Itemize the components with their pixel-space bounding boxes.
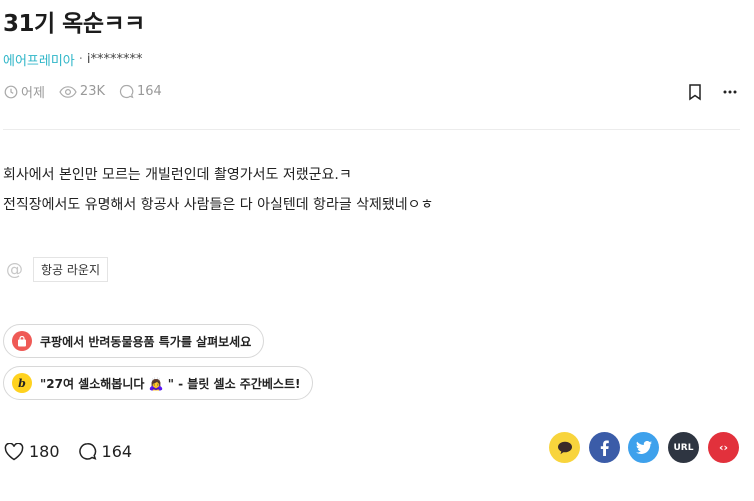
comment-icon [119,84,134,99]
clock-icon [4,85,18,98]
share-kakao-button[interactable] [549,432,580,463]
company-link[interactable]: 에어프레미아 [3,50,75,69]
shopping-bag-icon [12,331,32,351]
comments-stat: 164 [119,84,162,99]
blind-logo-icon: b [12,373,32,393]
views-stat: 23K [59,84,105,99]
promo-text: 쿠팡에서 반려동물용품 특가를 살펴보세요 [40,334,252,349]
author-name[interactable]: i******** [87,52,143,67]
post-title: 31기 옥순ㅋㅋ [3,11,145,37]
bookmark-button[interactable] [686,83,704,101]
bookmark-icon [689,84,701,101]
more-dots-icon [723,90,737,94]
share-url-button[interactable]: URL [668,432,699,463]
header-divider [3,129,740,130]
promo-banner-coupang[interactable]: 쿠팡에서 반려동물용품 특가를 살펴보세요 [3,324,265,358]
post-stats: 어제 23K 164 [4,82,176,101]
facebook-icon [600,440,609,456]
share-embed-button[interactable]: ‹› [708,432,739,463]
topic-row: @ 항공 라운지 [6,257,109,282]
body-line: 전직장에서도 유명해서 항공사 사람들은 다 아실텐데 항라글 삭제됐네ㅇㅎ [3,197,434,213]
like-count: 180 [29,442,60,461]
post-actions: 180 164 [4,442,150,461]
body-line: 회사에서 본인만 모르는 개빌런인데 촬영가서도 저랬군요.ㅋ [3,167,352,183]
topic-tag[interactable]: 항공 라운지 [33,257,109,282]
heart-icon [4,442,24,460]
kakao-talk-icon [557,441,572,454]
comment-icon [78,443,96,460]
comment-count: 164 [137,84,162,99]
like-button[interactable]: 180 [4,442,60,461]
comment-count: 164 [101,442,133,461]
at-icon: @ [6,259,23,280]
more-options-button[interactable] [720,83,740,101]
eye-icon [59,85,77,98]
share-twitter-button[interactable] [628,432,659,463]
comment-button[interactable]: 164 [78,442,133,461]
view-count: 23K [79,84,105,99]
time-stat: 어제 [4,82,45,101]
meta-separator: · [78,52,83,67]
post-meta: 에어프레미아 · i******** [3,50,143,69]
share-facebook-button[interactable] [589,432,620,463]
promo-banner-blind[interactable]: b "27여 셀소해봅니다 🙇‍♀️ " - 블릿 셀소 주간베스트! [3,366,314,400]
post-time: 어제 [21,86,45,101]
post-body: 회사에서 본인만 모르는 개빌런인데 촬영가서도 저랬군요.ㅋ 전직장에서도 유… [3,160,433,220]
promo-text: "27여 셀소해봅니다 🙇‍♀️ " - 블릿 셀소 주간베스트! [40,376,301,391]
twitter-bird-icon [635,441,652,454]
